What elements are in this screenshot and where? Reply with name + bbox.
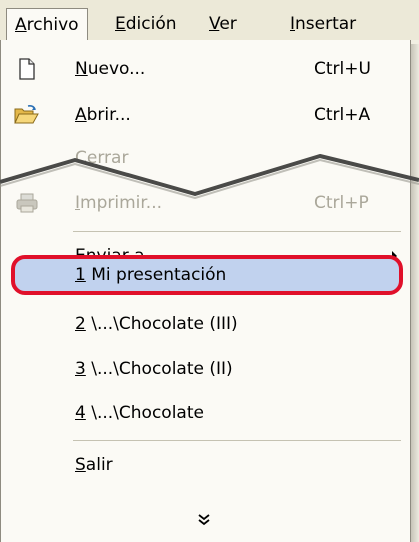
menu-ver-accel: V — [209, 14, 220, 34]
recent-file-4-accel: 4 — [75, 403, 86, 423]
menu-item-nuevo-text: uevo... — [87, 59, 146, 79]
menu-ver[interactable]: Ver — [201, 8, 245, 40]
recent-file-1[interactable]: 1 Mi presentación — [1, 258, 410, 292]
recent-file-4[interactable]: 4 \...\Chocolate — [1, 396, 410, 430]
menu-item-nuevo-accel: N — [75, 59, 88, 79]
recent-file-1-label: 1 Mi presentación — [75, 258, 226, 292]
menu-item-abrir[interactable]: Abrir... Ctrl+A — [1, 98, 410, 132]
menu-bar: Archivo Edición Ver Insertar — [0, 0, 419, 41]
menu-item-salir-label: Salir — [75, 448, 113, 482]
menu-archivo-accel: A — [15, 15, 27, 35]
recent-file-3-text: \...\Chocolate (II) — [85, 359, 233, 379]
menu-item-salir-accel: S — [75, 455, 86, 475]
open-folder-icon — [14, 105, 39, 124]
menu-item-abrir-shortcut: Ctrl+A — [314, 105, 371, 125]
menu-insertar[interactable]: Insertar — [282, 8, 364, 40]
recent-file-2-accel: 2 — [75, 314, 86, 334]
menu-edicion-accel: E — [115, 14, 126, 34]
menu-item-nuevo-shortcut: Ctrl+U — [314, 59, 371, 79]
recent-file-1-text: Mi presentación — [85, 265, 227, 285]
menu-shadow — [411, 44, 419, 542]
menu-item-abrir-label: Abrir... — [75, 98, 131, 132]
recent-file-3[interactable]: 3 \...\Chocolate (II) — [1, 352, 410, 386]
recent-file-3-accel: 3 — [75, 359, 86, 379]
expand-chevron-icon[interactable] — [196, 513, 212, 527]
separator — [73, 231, 401, 232]
menu-archivo-label: rchivo — [26, 15, 79, 35]
menu-item-nuevo[interactable]: Nuevo... Ctrl+U — [1, 52, 410, 86]
torn-edge-decoration — [0, 154, 419, 199]
menu-item-abrir-accel: A — [75, 105, 87, 125]
menu-item-nuevo-label: Nuevo... — [75, 52, 145, 86]
archivo-dropdown-menu: Nuevo... Ctrl+U Abrir... Ctrl+A Cerrar I… — [0, 40, 411, 542]
separator — [73, 440, 401, 441]
menu-item-salir-text: alir — [85, 455, 113, 475]
recent-file-2[interactable]: 2 \...\Chocolate (III) — [1, 307, 410, 341]
menu-ver-label: er — [219, 14, 237, 34]
recent-file-1-accel: 1 — [75, 265, 86, 285]
recent-file-3-label: 3 \...\Chocolate (II) — [75, 352, 233, 386]
menu-archivo[interactable]: Archivo — [6, 8, 88, 41]
menu-item-abrir-text: brir... — [86, 105, 131, 125]
recent-file-4-text: \...\Chocolate — [85, 403, 204, 423]
menu-edicion[interactable]: Edición — [107, 8, 185, 40]
new-document-icon — [19, 58, 35, 80]
recent-file-2-text: \...\Chocolate (III) — [85, 314, 238, 334]
menu-insertar-label: nsertar — [295, 14, 357, 34]
recent-file-2-label: 2 \...\Chocolate (III) — [75, 307, 238, 341]
menu-edicion-label: dición — [125, 14, 177, 34]
recent-file-4-label: 4 \...\Chocolate — [75, 396, 204, 430]
menu-item-salir[interactable]: Salir — [1, 448, 410, 482]
